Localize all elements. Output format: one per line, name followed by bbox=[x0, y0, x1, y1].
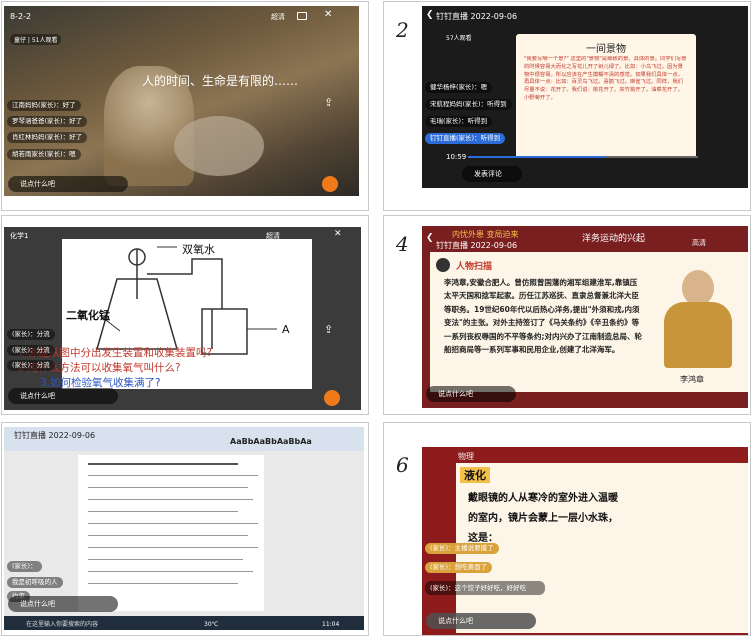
panel-4: 4 ❮ 内忧外患 变局迫来 钉钉直播 2022-09-06 洋务运动的兴起 高清… bbox=[383, 215, 751, 415]
comment-3: (家长)：这个饺子好好吃，好好吃 bbox=[425, 581, 545, 595]
label-manganese-dioxide: 二氧化锰 bbox=[66, 309, 110, 322]
comment-input[interactable]: 说点什么吧 bbox=[426, 386, 516, 402]
live-title: 钉钉直播 2022-09-06 bbox=[436, 12, 518, 21]
back-icon[interactable]: ❮ bbox=[426, 10, 434, 20]
panel-3: 化学1 超清 ✕ 双氧水 二氧化锰 A 1.你能从图中分出发生装置和收集装置吗?… bbox=[1, 215, 369, 415]
comment-2: 我是初呼吸的人 bbox=[7, 577, 63, 588]
comment-1: (家长)：分流 bbox=[7, 329, 55, 340]
panel-number: 6 bbox=[396, 453, 409, 477]
comment-3: (家长)：分流 bbox=[7, 360, 55, 371]
comment-4: 胡若雨家长(家长)：嗯 bbox=[7, 149, 81, 160]
panel-6: 6 物理 液化 戴眼镜的人从寒冷的室外进入温暖的室内，镜片会蒙上一层小水珠，这是… bbox=[383, 422, 751, 636]
taskbar-temperature: 30℃ bbox=[204, 621, 219, 628]
header-left: 内忧外患 变局迫来 bbox=[452, 230, 519, 239]
video-frame-4[interactable]: ❮ 内忧外患 变局迫来 钉钉直播 2022-09-06 洋务运动的兴起 高清 人… bbox=[422, 226, 748, 408]
slide: 一间景物 "我要写哪一个景?" 这里的"景物"是细致的景。具体的景。同学们写景的… bbox=[516, 34, 696, 158]
label-a: A bbox=[282, 323, 290, 336]
comment-1: 健华杨梓(家长)：嗯 bbox=[425, 82, 493, 93]
video-caption: 人的时间、生命是有限的…… bbox=[142, 74, 299, 88]
panel-1: 8-2-2 童仔 | 51人观看 超清 ✕ 人的时间、生命是有限的…… ⇪ 江南… bbox=[1, 1, 369, 211]
content-area: 液化 戴眼镜的人从寒冷的室外进入温暖的室内，镜片会蒙上一层小水珠，这是： bbox=[456, 463, 748, 633]
comment-2: (家长)：分流 bbox=[7, 345, 55, 356]
live-title: 钉钉直播 2022-09-06 bbox=[14, 431, 96, 440]
screenshot-grid: 8-2-2 童仔 | 51人观看 超清 ✕ 人的时间、生命是有限的…… ⇪ 江南… bbox=[0, 0, 753, 641]
comment-input[interactable]: 说点什么吧 bbox=[8, 388, 118, 404]
video-frame-2[interactable]: ❮ 钉钉直播 2022-09-06 57人观看 一间景物 "我要写哪一个景?" … bbox=[422, 6, 748, 188]
slide-title: 一间景物 bbox=[586, 44, 626, 55]
viewer-count: 童仔 | 51人观看 bbox=[10, 34, 62, 45]
close-icon[interactable]: ✕ bbox=[334, 229, 342, 239]
class-title: 化学1 bbox=[10, 232, 29, 240]
share-icon[interactable]: ⇪ bbox=[324, 323, 333, 336]
panel-number: 4 bbox=[396, 232, 409, 256]
cast-icon[interactable] bbox=[297, 12, 307, 20]
gift-icon[interactable] bbox=[322, 176, 338, 192]
label-hydrogen-peroxide: 双氧水 bbox=[182, 243, 215, 256]
video-frame-5[interactable]: 钉钉直播 2022-09-06 AaBbAaBbAaBbAa (家长)： 我是初… bbox=[4, 427, 364, 630]
video-frame-6[interactable]: 物理 液化 戴眼镜的人从寒冷的室外进入温暖的室内，镜片会蒙上一层小水珠，这是： … bbox=[422, 447, 748, 635]
video-frame-3[interactable]: 化学1 超清 ✕ 双氧水 二氧化锰 A 1.你能从图中分出发生装置和收集装置吗?… bbox=[4, 227, 361, 410]
viewer-count: 57人观看 bbox=[446, 35, 472, 42]
panel-number: 2 bbox=[396, 18, 409, 42]
comment-1: (家长)：主播说要摸了 bbox=[425, 543, 499, 554]
comment-2: 罗琴涵爸爸(家长)：好了 bbox=[7, 116, 88, 127]
panel-2: 2 ❮ 钉钉直播 2022-09-06 57人观看 一间景物 "我要写哪一个景?… bbox=[383, 1, 751, 211]
comment-2: 宋航程妈妈(家长)：听得到 bbox=[425, 99, 512, 110]
class-title: 物理 bbox=[458, 452, 474, 461]
taskbar-clock: 11:04 bbox=[322, 621, 340, 628]
comment-4: 钉钉直播(家长)：听得到 bbox=[425, 133, 506, 144]
content-area: 人物扫描 李鸿章,安徽合肥人。曾仿照曾国藩的湘军组建淮军,靠镇压太平天国和捻军起… bbox=[430, 252, 748, 392]
comment-3: 毛瑞(家长)：听得到 bbox=[425, 116, 493, 127]
comment-1: 江南妈妈(家长)：好了 bbox=[7, 100, 81, 111]
share-icon[interactable]: ⇪ bbox=[324, 96, 333, 109]
body-text: 戴眼镜的人从寒冷的室外进入温暖的室内，镜片会蒙上一层小水珠，这是： bbox=[468, 493, 618, 544]
comment-input[interactable]: 说点什么吧 bbox=[426, 613, 536, 629]
gift-icon[interactable] bbox=[324, 390, 340, 406]
progress-bar[interactable] bbox=[468, 156, 698, 158]
section-label: 液化 bbox=[460, 467, 490, 483]
live-title: 钉钉直播 2022-09-06 bbox=[436, 241, 518, 250]
taskbar-search[interactable]: 在这里输入你要搜索的内容 bbox=[26, 619, 98, 628]
quality-label[interactable]: 超清 bbox=[271, 12, 285, 22]
comment-1: (家长)： bbox=[7, 561, 42, 572]
comment-input[interactable]: 说点什么吧 bbox=[8, 596, 118, 612]
comment-2: (家长)：想吃黄面了 bbox=[425, 562, 493, 573]
person-icon bbox=[436, 258, 450, 272]
panel-5: 钉钉直播 2022-09-06 AaBbAaBbAaBbAa (家长)： 我是初… bbox=[1, 422, 369, 636]
comment-input[interactable]: 发表评论 bbox=[462, 166, 522, 182]
header-right: 洋务运动的兴起 bbox=[582, 234, 646, 244]
document-page bbox=[78, 455, 264, 611]
slide-text: "我要写哪一个景?" 这里的"景物"是细致的景。具体的景。同学们写景的时候容易大… bbox=[524, 56, 687, 101]
portrait bbox=[658, 270, 738, 370]
portrait-name: 李鸿章 bbox=[680, 375, 704, 384]
back-icon[interactable]: ❮ bbox=[426, 233, 434, 243]
video-frame-1[interactable]: 8-2-2 童仔 | 51人观看 超清 ✕ 人的时间、生命是有限的…… ⇪ 江南… bbox=[4, 6, 359, 196]
playback-time: 10:59 bbox=[446, 153, 467, 161]
close-icon[interactable]: ✕ bbox=[324, 9, 332, 20]
quality-label[interactable]: 高清 bbox=[692, 238, 706, 248]
font-sample: AaBbAaBbAaBbAa bbox=[230, 437, 312, 446]
comment-input[interactable]: 说点什么吧 bbox=[8, 176, 128, 192]
section-label: 人物扫描 bbox=[456, 262, 493, 272]
comment-3: 肖红林妈妈(家长)：好了 bbox=[7, 132, 88, 143]
class-title: 8-2-2 bbox=[10, 12, 32, 21]
body-text: 李鸿章,安徽合肥人。曾仿照曾国藩的湘军组建淮军,靠镇压太平天国和捻军起家。历任江… bbox=[444, 278, 642, 355]
